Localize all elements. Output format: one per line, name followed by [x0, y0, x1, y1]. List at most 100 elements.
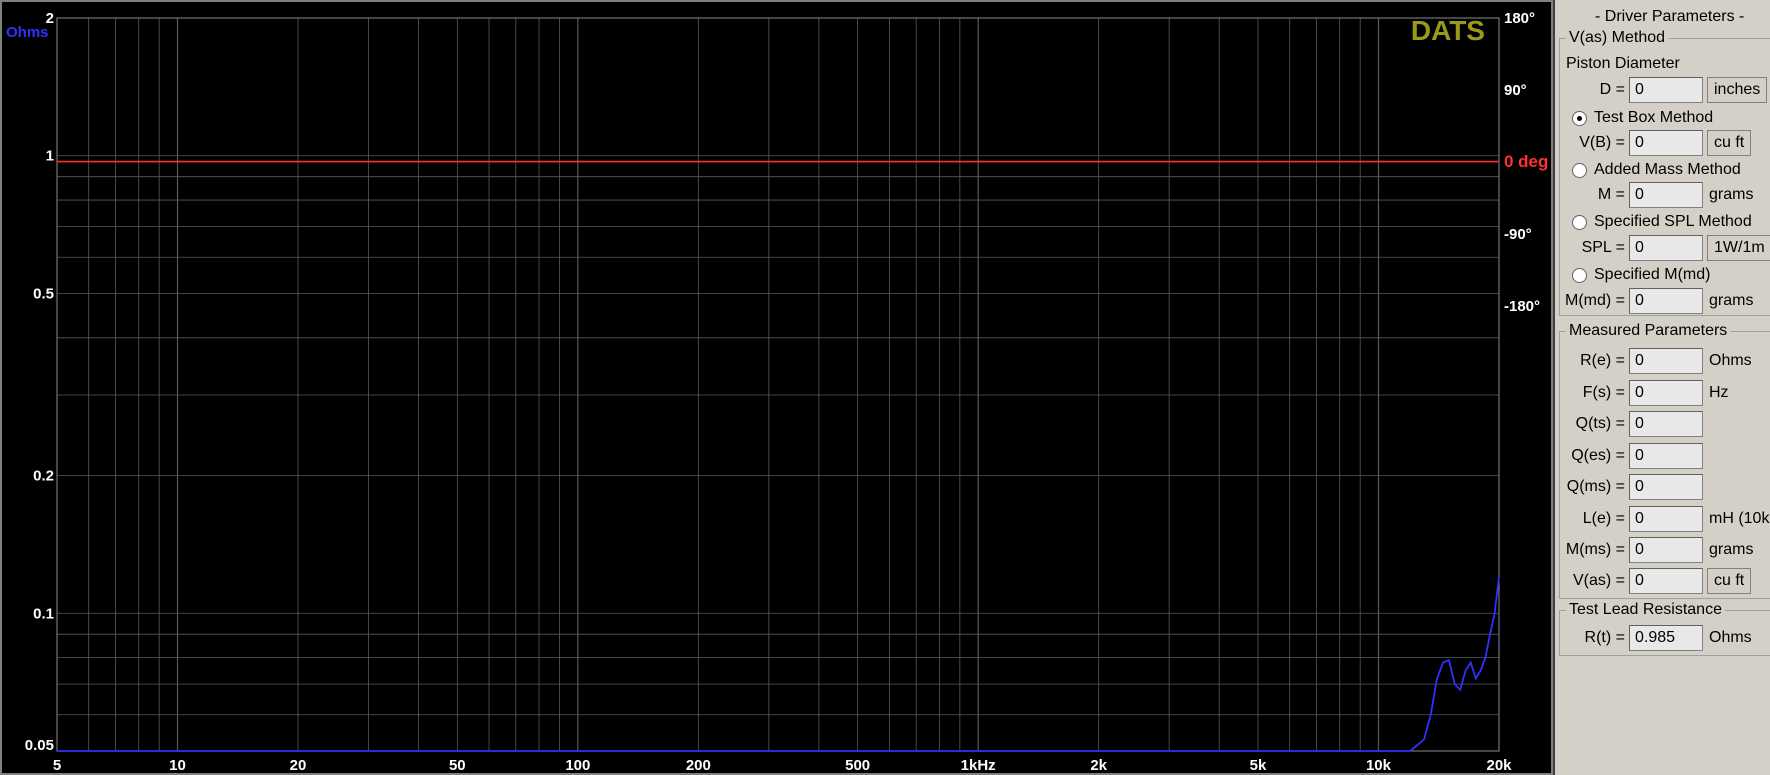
- added-mass-method-radio[interactable]: Added Mass Method: [1572, 159, 1741, 181]
- x-tick-label: 5k: [1250, 757, 1267, 774]
- vas-method-group: V(as) Method Piston Diameter D = 0 inche…: [1558, 29, 1770, 316]
- test-box-radio-indicator[interactable]: [1572, 110, 1587, 126]
- y-tick-label: 0.2: [33, 468, 54, 485]
- le-label: L(e) =: [1582, 510, 1625, 527]
- y-unit-label: Ohms: [6, 24, 49, 41]
- driver-parameters-panel: - Driver Parameters - V(as) Method Pisto…: [1553, 0, 1770, 775]
- m-unit: grams: [1709, 186, 1754, 203]
- specified-spl-method-label: Specified SPL Method: [1594, 213, 1752, 230]
- d-unit-button[interactable]: inches: [1707, 77, 1768, 103]
- phase-tick-label: 90°: [1504, 82, 1527, 99]
- x-tick-label: 50: [449, 757, 466, 774]
- rt-row: R(t) = 0.985 Ohms: [1560, 625, 1752, 651]
- measured-parameters-legend: Measured Parameters: [1566, 322, 1731, 340]
- vb-unit-button[interactable]: cu ft: [1707, 130, 1752, 156]
- test-box-method-radio[interactable]: Test Box Method: [1572, 107, 1713, 129]
- piston-diameter-label: Piston Diameter: [1566, 51, 1680, 77]
- qes-row: Q(es) = 0: [1560, 443, 1703, 469]
- qes-value[interactable]: 0: [1629, 443, 1703, 469]
- spl-row: SPL = 0 1W/1m: [1560, 235, 1770, 261]
- spl-label: SPL =: [1581, 239, 1625, 256]
- vb-row: V(B) = 0 cu ft: [1560, 130, 1752, 156]
- specified-mmd-method-radio[interactable]: Specified M(md): [1572, 264, 1710, 286]
- x-tick-label: 20: [290, 757, 307, 774]
- re-value[interactable]: 0: [1629, 348, 1703, 374]
- qms-value[interactable]: 0: [1629, 474, 1703, 500]
- y-tick-label: 0.05: [25, 737, 54, 754]
- spl-unit-button[interactable]: 1W/1m: [1707, 235, 1770, 261]
- test-box-method-label: Test Box Method: [1594, 109, 1714, 126]
- d-row: D = 0 inches: [1560, 77, 1768, 103]
- y-tick-label: 0.1: [33, 605, 54, 622]
- spl-radio-indicator[interactable]: [1572, 214, 1587, 230]
- x-tick-label: 1kHz: [961, 757, 996, 774]
- le-value[interactable]: 0: [1629, 506, 1703, 532]
- re-label: R(e) =: [1580, 352, 1625, 369]
- vas-row: V(as) = 0 cu ft: [1560, 568, 1752, 594]
- test-lead-resistance-legend: Test Lead Resistance: [1566, 601, 1725, 619]
- mmd-radio-indicator[interactable]: [1572, 267, 1587, 283]
- rt-unit: Ohms: [1709, 629, 1752, 646]
- mms-unit: grams: [1709, 541, 1754, 558]
- added-mass-method-label: Added Mass Method: [1594, 161, 1741, 178]
- m-label: M =: [1597, 186, 1625, 203]
- qms-row: Q(ms) = 0: [1560, 474, 1703, 500]
- fs-row: F(s) = 0 Hz: [1560, 380, 1729, 406]
- fs-unit: Hz: [1709, 384, 1729, 401]
- specified-mmd-method-label: Specified M(md): [1594, 266, 1711, 283]
- m-input[interactable]: 0: [1629, 182, 1703, 208]
- qes-label: Q(es) =: [1571, 447, 1625, 464]
- specified-spl-method-radio[interactable]: Specified SPL Method: [1572, 211, 1752, 233]
- spl-input[interactable]: 0: [1629, 235, 1703, 261]
- phase-tick-label: 180°: [1504, 10, 1535, 27]
- fs-label: F(s) =: [1582, 384, 1625, 401]
- mmd-input[interactable]: 0: [1629, 288, 1703, 314]
- impedance-trace: [57, 576, 1500, 752]
- x-tick-label: 5: [53, 757, 61, 774]
- x-tick-label: 2k: [1090, 757, 1107, 774]
- vas-method-legend: V(as) Method: [1566, 29, 1669, 47]
- mms-value[interactable]: 0: [1629, 537, 1703, 563]
- test-lead-resistance-group: Test Lead Resistance R(t) = 0.985 Ohms: [1559, 601, 1770, 656]
- qts-row: Q(ts) = 0: [1560, 411, 1703, 437]
- added-mass-radio-indicator[interactable]: [1572, 162, 1587, 178]
- phase-tick-label: -90°: [1504, 226, 1532, 243]
- measured-parameters-group: Measured Parameters R(e) = 0 Ohms F(s) =…: [1559, 322, 1770, 599]
- plot-frame: [56, 17, 1500, 752]
- vb-label: V(B) =: [1579, 134, 1625, 151]
- qts-label: Q(ts) =: [1575, 415, 1625, 432]
- x-tick-label: 500: [845, 757, 870, 774]
- le-unit: mH (10k: [1709, 510, 1770, 527]
- qts-value[interactable]: 0: [1629, 411, 1703, 437]
- vb-input[interactable]: 0: [1629, 130, 1703, 156]
- dats-watermark: DATS: [1411, 15, 1485, 46]
- y-tick-label: 0.5: [33, 285, 54, 302]
- rt-input[interactable]: 0.985: [1629, 625, 1703, 651]
- m-row: M = 0 grams: [1560, 182, 1753, 208]
- mmd-unit: grams: [1709, 292, 1754, 309]
- d-input[interactable]: 0: [1629, 77, 1703, 103]
- fs-value[interactable]: 0: [1629, 380, 1703, 406]
- x-tick-label: 20k: [1486, 757, 1512, 774]
- vas-unit-button[interactable]: cu ft: [1707, 568, 1752, 594]
- x-tick-label: 10: [169, 757, 186, 774]
- phase-tick-label: 0 deg: [1504, 152, 1548, 171]
- mms-row: M(ms) = 0 grams: [1560, 537, 1753, 563]
- vas-value[interactable]: 0: [1629, 568, 1703, 594]
- re-row: R(e) = 0 Ohms: [1560, 348, 1752, 374]
- piston-diameter-text: Piston Diameter: [1566, 55, 1680, 72]
- mmd-row: M(md) = 0 grams: [1558, 288, 1753, 314]
- y-tick-label: 1: [46, 148, 54, 165]
- re-unit: Ohms: [1709, 352, 1752, 369]
- panel-title: - Driver Parameters -: [1595, 8, 1745, 25]
- phase-tick-label: -180°: [1504, 298, 1540, 315]
- impedance-plot[interactable]: 5 10 20 50 100 200 500 1kHz 2k 5k 10k 20k 2 1 0.5 0.2 0.…: [0, 0, 1553, 775]
- mms-label: M(ms) =: [1565, 541, 1625, 558]
- x-tick-label: 200: [686, 757, 711, 774]
- x-tick-label: 10k: [1366, 757, 1392, 774]
- rt-label: R(t) =: [1584, 629, 1625, 646]
- d-label: D =: [1599, 81, 1625, 98]
- mmd-label: M(md) =: [1565, 292, 1625, 309]
- vas-label: V(as) =: [1572, 572, 1625, 589]
- qms-label: Q(ms) =: [1566, 478, 1625, 495]
